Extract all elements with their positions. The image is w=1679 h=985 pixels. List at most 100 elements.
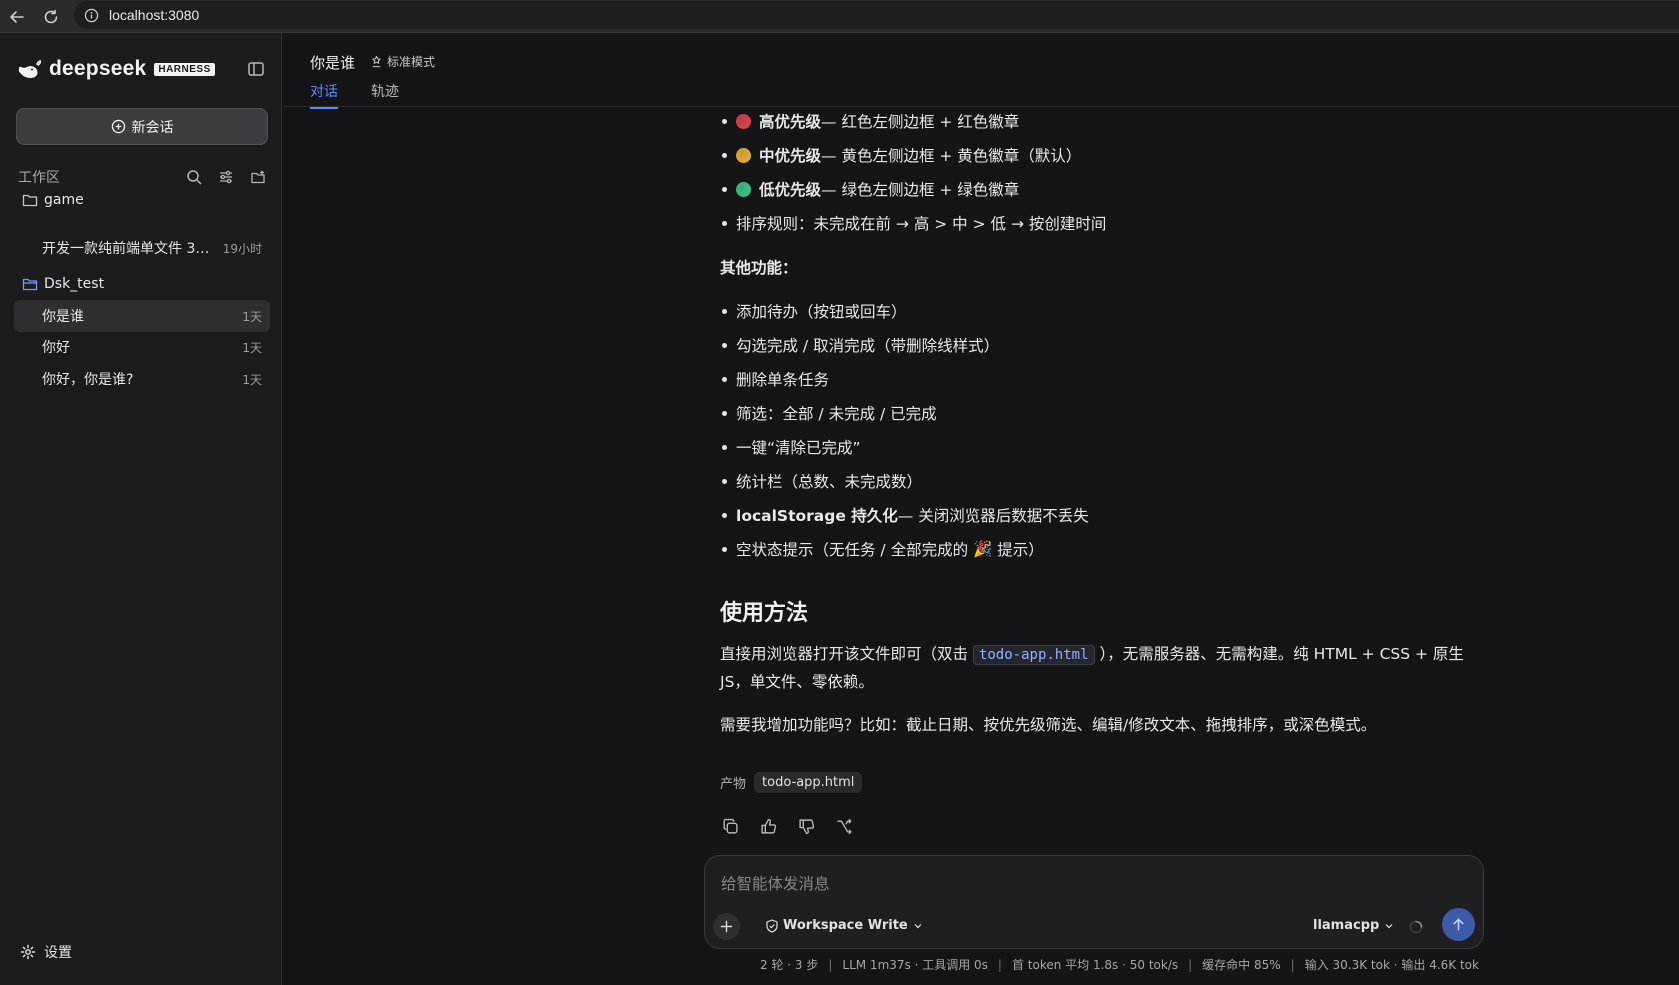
session-time: 19小时 [222,241,262,256]
model-selector[interactable]: llamacpp [1313,918,1394,933]
branch-button[interactable] [834,816,854,836]
search-button[interactable] [184,167,204,187]
search-icon [187,170,202,185]
conversation-header: 你是谁 标准模式 对话 轨迹 [283,33,1679,109]
thumbs-down-icon [798,818,814,834]
copy-icon [722,818,738,834]
red-circle-icon [736,113,751,129]
session-title: 你好 [42,340,70,356]
followup-paragraph: 需要我增加功能吗？比如：截止日期、按优先级筛选、编辑/修改文本、拖拽排序，或深色… [720,716,1377,734]
message-content: 高优先级 — 红色左侧边框 + 红色徽章 中优先级 — 黄色左侧边框 + 黄色徽… [718,107,1478,847]
new-chat-button[interactable]: 新会话 [16,108,268,145]
session-title: 你好，你是谁? [42,372,134,388]
brand-logo: deepseek HARNESS [17,57,215,81]
tab-trace[interactable]: 轨迹 [371,81,399,107]
branch-icon [836,818,852,834]
bullet-dot [722,478,727,484]
priority-desc: — 红色左侧边框 + 红色徽章 [821,113,1020,131]
session-time: 1天 [242,340,262,355]
bullet-dot [722,186,727,192]
usage-stats-bar: 2 轮 · 3 步 | LLM 1m37s · 工具调用 0s | 首 toke… [760,956,1479,973]
feature-text: 提示） [992,541,1044,559]
bullet-dot [722,308,727,314]
tab-chat[interactable]: 对话 [310,81,338,109]
plus-circle-icon [111,119,125,134]
send-button[interactable] [1442,908,1475,941]
thumbs-up-button[interactable] [758,816,778,836]
list-item: 高优先级 — 红色左侧边框 + 红色徽章 [722,110,1019,132]
sort-rule: 排序规则：未完成在前 → 高 > 中 > 低 → 按创建时间 [736,215,1107,233]
session-time: 1天 [242,309,262,324]
feature-text: 统计栏（总数、未完成数） [736,473,923,491]
new-folder-button[interactable] [248,167,268,187]
message-actions [720,816,872,836]
gear-icon [20,944,36,960]
stat-token-speed: 首 token 平均 1.8s · 50 tok/s [1011,958,1179,972]
usage-paragraph: 直接用浏览器打开该文件即可（双击 todo-app.html ），无需服务器、无… [720,641,1478,696]
list-item: 一键“清除已完成” [722,436,861,458]
yellow-circle-icon [736,147,751,163]
stat-separator: | [997,957,1002,972]
site-info-icon[interactable] [84,8,99,23]
green-circle-icon [736,181,751,197]
feature-text: 一键“清除已完成” [736,439,861,457]
artifact-label: 产物 [720,777,747,792]
list-item: 空状态提示（无任务 / 全部完成的 🎉 提示） [722,538,1044,560]
message-composer: Workspace Write llamacpp [704,855,1484,949]
bullet-dot [722,444,727,450]
attach-button[interactable] [713,913,740,940]
settings-button[interactable]: 设置 [20,942,72,962]
mode-label: 标准模式 [387,55,436,69]
inline-code: todo-app.html [972,645,1095,665]
session-item-active[interactable]: 你是谁 1天 [14,300,270,332]
usage-text: 直接用浏览器打开该文件即可（双击 [720,645,973,663]
list-item: 勾选完成 / 取消完成（带删除线样式） [722,334,999,356]
sidebar: deepseek HARNESS 新会话 工作区 game 开发一款纯前端单文件… [0,33,282,985]
bullet-dot [722,546,727,552]
whale-logo-icon [18,60,41,78]
reload-button[interactable] [38,4,64,30]
folder-icon [22,194,38,207]
artifact-file-chip[interactable]: todo-app.html [754,772,863,793]
bullet-dot [722,152,727,158]
browser-toolbar: localhost:3080 [0,0,1679,33]
stat-separator: | [1290,957,1295,972]
feature-bold: localStorage 持久化 [736,507,898,525]
priority-label: 低优先级 [759,181,822,199]
mode-selector[interactable]: 标准模式 [370,53,435,70]
conversation-title: 你是谁 [310,54,356,72]
plus-icon [720,920,733,933]
list-item: 统计栏（总数、未完成数） [722,470,922,492]
back-button[interactable] [4,4,30,30]
list-item: 添加待办（按钮或回车） [722,300,907,322]
priority-desc: — 黄色左侧边框 + 黄色徽章（默认） [821,147,1082,165]
party-popper-icon: 🎉 [973,540,993,558]
folder-dsk-test[interactable]: Dsk_test [22,273,104,295]
folder-open-icon [22,278,38,291]
folder-game[interactable]: game [22,189,84,211]
list-item: 排序规则：未完成在前 → 高 > 中 > 低 → 按创建时间 [722,212,1106,234]
workspace-title: 工作区 [18,170,60,186]
message-input[interactable] [721,870,1461,898]
priority-label: 高优先级 [759,113,822,131]
priority-desc: — 绿色左侧边框 + 绿色徽章 [821,181,1020,199]
address-bar[interactable]: localhost:3080 [74,1,1679,29]
list-item: 筛选：全部 / 未完成 / 已完成 [722,402,937,424]
list-item: 低优先级 — 绿色左侧边框 + 绿色徽章 [722,178,1019,200]
new-folder-icon [251,170,265,184]
session-item[interactable]: 你好，你是谁? 1天 [14,363,270,395]
list-item: localStorage 持久化 — 关闭浏览器后数据不丢失 [722,504,1089,526]
copy-button[interactable] [720,816,740,836]
session-item[interactable]: 你好 1天 [14,331,270,363]
chevron-down-icon [914,923,922,928]
session-item[interactable]: 开发一款纯前端单文件 3D ... 19小时 [14,232,270,264]
reload-icon [44,9,58,24]
chevron-down-icon [1385,923,1393,928]
sidebar-toggle-button[interactable] [246,59,266,79]
filter-button[interactable] [216,167,236,187]
bullet-dot [722,118,727,124]
bullet-dot [722,410,727,416]
permission-selector[interactable]: Workspace Write [765,918,923,933]
thumbs-down-button[interactable] [796,816,816,836]
settings-label: 设置 [44,945,72,961]
